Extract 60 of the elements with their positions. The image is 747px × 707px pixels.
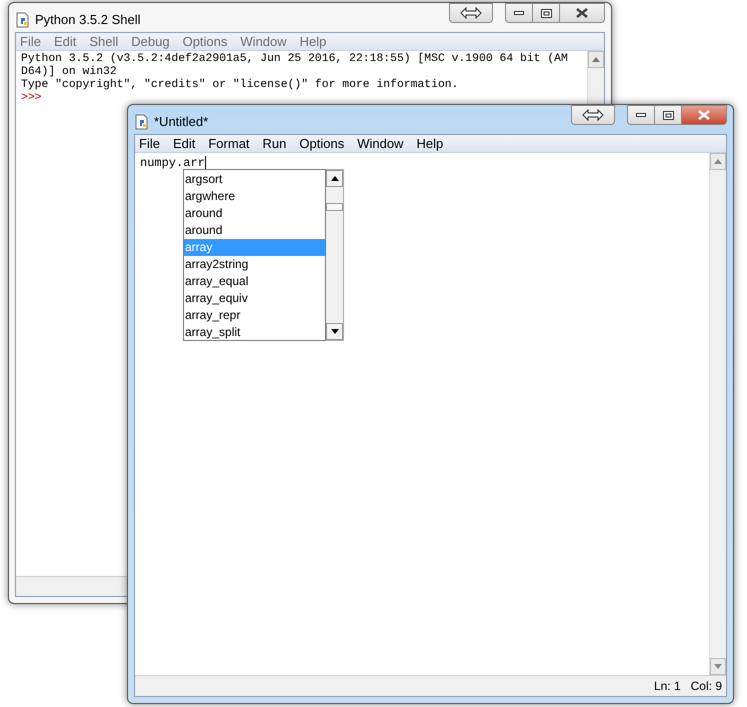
scroll-up-button[interactable] — [588, 51, 604, 68]
menu-item[interactable]: Options — [182, 32, 228, 52]
close-icon — [698, 110, 710, 120]
maximize-icon — [540, 8, 552, 18]
close-icon — [576, 8, 588, 18]
menu-item[interactable]: Options — [299, 134, 344, 154]
maximize-button[interactable] — [655, 105, 681, 125]
scroll-down-icon — [714, 664, 722, 669]
python-file-icon — [134, 114, 150, 130]
menu-item[interactable]: Help — [416, 134, 444, 154]
completion-item[interactable]: array_split — [184, 324, 325, 341]
code-text: numpy.arr — [140, 156, 205, 170]
scroll-up-icon — [330, 176, 338, 181]
scroll-thumb[interactable] — [326, 203, 343, 211]
maximize-button[interactable] — [533, 3, 559, 23]
minimize-button[interactable] — [505, 3, 533, 23]
menu-item[interactable]: Window — [357, 134, 404, 154]
minimize-icon — [636, 113, 646, 117]
output-line: Python 3.5.2 (v3.5.2:4def2a2901a5, Jun 25 2016, 22:18:55) [MSC v.1900 64 bit (AM — [21, 53, 569, 66]
close-button[interactable] — [559, 3, 605, 23]
menu-item[interactable]: Debug — [131, 32, 170, 52]
completion-item[interactable]: around — [184, 222, 325, 239]
output-line: D64)] on win32 — [21, 66, 118, 78]
list-scrollbar[interactable] — [326, 169, 344, 341]
line-number-status: Ln: 1 — [654, 678, 681, 695]
menu-item[interactable]: Window — [240, 32, 287, 52]
menu-item[interactable]: Help — [300, 32, 326, 52]
menu-item[interactable]: Shell — [89, 32, 118, 52]
scroll-up-icon — [714, 159, 722, 164]
output-line: Type "copyright", "credits" or "license()" for more information. — [21, 79, 460, 92]
scrollbar[interactable] — [709, 153, 726, 675]
menu-item[interactable]: Run — [262, 134, 286, 154]
completion-item[interactable]: argwhere — [184, 188, 325, 205]
menu-item[interactable]: Format — [208, 134, 250, 154]
completion-item[interactable]: array_repr — [184, 307, 325, 324]
completion-item[interactable]: array_equiv — [184, 290, 325, 307]
completion-item[interactable]: array_equal — [184, 273, 325, 290]
completion-item[interactable]: array2string — [184, 256, 325, 273]
scroll-down-icon — [330, 329, 338, 334]
maximize-icon — [662, 110, 674, 120]
code-line[interactable]: numpy.arr — [135, 153, 709, 170]
close-button[interactable] — [681, 105, 727, 125]
python-file-icon — [15, 12, 31, 28]
window-title: Python 3.5.2 Shell — [35, 11, 141, 29]
completion-item[interactable]: argsort — [184, 171, 325, 188]
menu-item[interactable]: File — [139, 134, 160, 154]
resize-button[interactable] — [449, 3, 493, 23]
menu-item[interactable]: File — [20, 32, 41, 52]
menu-item[interactable]: Edit — [54, 32, 76, 52]
window-title: *Untitled* — [154, 113, 208, 131]
shell-prompt: >>> — [21, 92, 43, 105]
completion-item[interactable]: around — [184, 205, 325, 222]
double-arrow-icon — [460, 7, 482, 19]
scroll-up-icon — [592, 57, 600, 62]
resize-button[interactable] — [571, 105, 615, 125]
minimize-icon — [514, 11, 524, 15]
menu-item[interactable]: Edit — [172, 134, 196, 154]
column-status: Col: 9 — [690, 678, 722, 695]
double-arrow-icon — [582, 109, 604, 121]
minimize-button[interactable] — [627, 105, 655, 125]
